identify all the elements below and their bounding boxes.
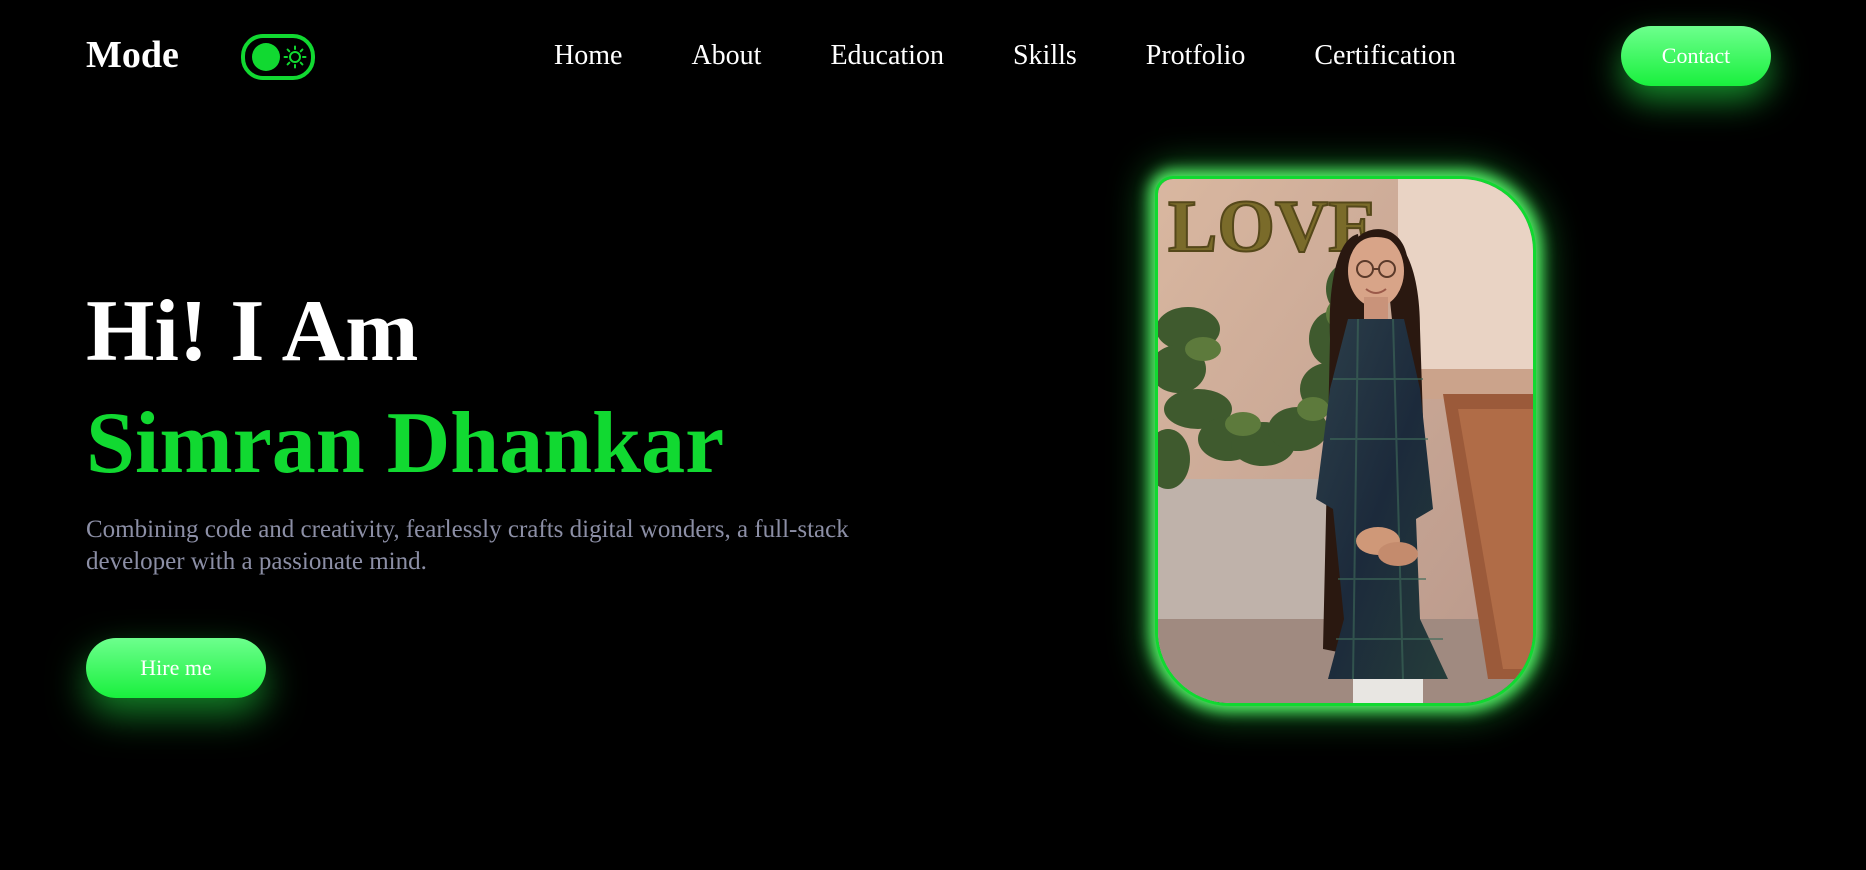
hero-greeting: Hi! I Am [86,283,419,380]
nav-link-portfolio[interactable]: Protfolio [1146,33,1246,79]
nav-link-skills[interactable]: Skills [1013,33,1077,79]
brand-logo: Mode [86,34,179,76]
profile-photo-illustration: LOVE [1158,179,1533,703]
nav-link-home[interactable]: Home [554,33,622,79]
page: Mode Home About Education Skills Protfol… [0,0,1866,870]
toggle-knob [252,43,280,71]
nav-link-about[interactable]: About [691,33,761,79]
theme-mode-toggle[interactable] [241,34,315,80]
hero-name: Simran Dhankar [86,395,725,492]
main-nav: Home About Education Skills Protfolio Ce… [554,33,1456,79]
sun-icon [283,45,307,69]
nav-link-education[interactable]: Education [830,33,944,79]
nav-link-certification[interactable]: Certification [1314,33,1456,79]
hire-me-button[interactable]: Hire me [86,638,266,698]
hero-tagline: Combining code and creativity, fearlessl… [86,516,849,575]
contact-button[interactable]: Contact [1621,26,1771,86]
profile-photo: LOVE [1155,176,1536,706]
